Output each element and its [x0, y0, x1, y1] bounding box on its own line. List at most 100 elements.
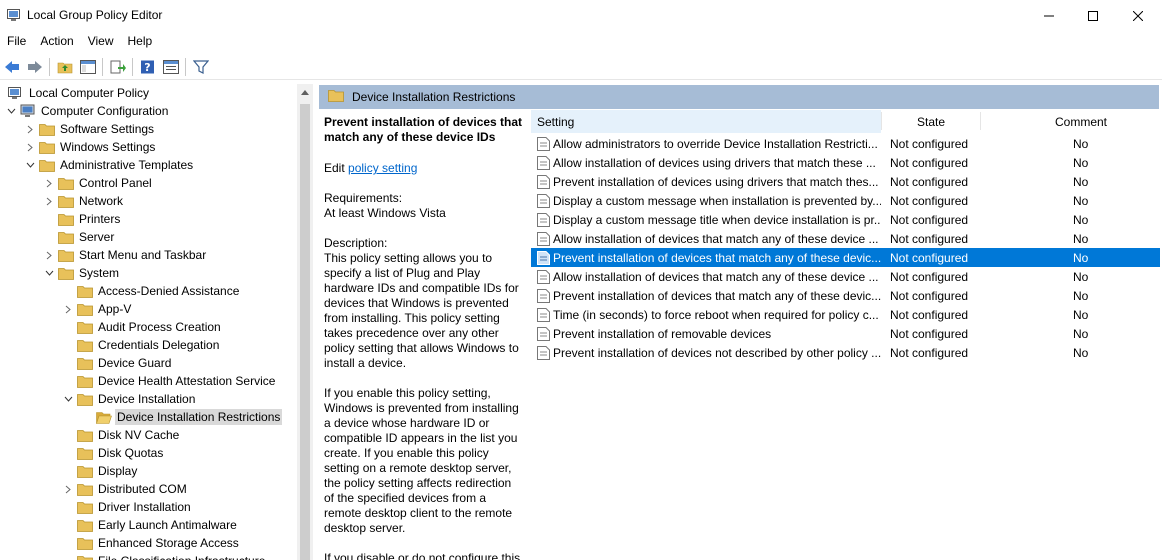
folder-icon [58, 248, 74, 262]
tree-item[interactable]: System [44, 264, 121, 282]
table-row[interactable]: Display a custom message when installati… [531, 191, 1160, 210]
tree-item[interactable]: Audit Process Creation [63, 318, 223, 336]
table-row[interactable]: Prevent installation of devices not desc… [531, 343, 1160, 362]
tree-item[interactable]: Server [44, 228, 116, 246]
table-row[interactable]: Allow installation of devices that match… [531, 267, 1160, 286]
policy-setting-icon [537, 136, 550, 151]
tree-item[interactable]: Device Installation Restrictions [82, 408, 283, 426]
setting-comment: No [1073, 136, 1089, 151]
table-row[interactable]: Prevent installation of removable device… [531, 324, 1160, 343]
table-row[interactable]: Prevent installation of devices that mat… [531, 286, 1160, 305]
tree-item[interactable]: Device Health Attestation Service [63, 372, 277, 390]
column-header-setting[interactable]: Setting [531, 110, 881, 133]
tree-item[interactable]: Device Guard [63, 354, 173, 372]
column-header-comment[interactable]: Comment [981, 110, 1160, 133]
menu-action[interactable]: Action [33, 31, 80, 52]
requirements-value: At least Windows Vista [324, 206, 446, 220]
table-row[interactable]: Allow administrators to override Device … [531, 134, 1160, 153]
menu-help[interactable]: Help [121, 31, 160, 52]
chevron-right-icon[interactable] [25, 120, 35, 138]
tree-item[interactable]: Display [63, 462, 139, 480]
setting-name: Prevent installation of removable device… [553, 326, 772, 341]
help-icon[interactable]: ? [137, 56, 159, 78]
tree-item[interactable]: Network [44, 192, 125, 210]
toolbar-separator [185, 57, 186, 76]
column-divider[interactable] [881, 112, 882, 130]
tree-item-label: Device Guard [98, 356, 172, 370]
tree-item[interactable]: Access-Denied Assistance [63, 282, 241, 300]
policy-title: Prevent installation of devices that mat… [324, 115, 523, 144]
chevron-right-icon[interactable] [25, 138, 35, 156]
menu-view[interactable]: View [81, 31, 121, 52]
scrollbar-thumb[interactable] [300, 104, 310, 560]
close-button[interactable] [1115, 0, 1161, 31]
chevron-down-icon[interactable] [25, 156, 35, 174]
tree-item[interactable]: File Classification Infrastructure [63, 552, 267, 560]
column-header-state[interactable]: State [883, 110, 979, 133]
tree-item[interactable]: Distributed COM [63, 480, 189, 498]
setting-state: Not configured [890, 326, 969, 341]
chevron-right-icon[interactable] [63, 300, 73, 318]
description-paragraph-1: This policy setting allows you to specif… [324, 251, 519, 370]
setting-state: Not configured [890, 288, 969, 303]
table-row[interactable]: Allow installation of devices that match… [531, 229, 1160, 248]
chevron-down-icon[interactable] [44, 264, 54, 282]
folder-icon [58, 212, 74, 226]
tree-item[interactable]: App-V [63, 300, 133, 318]
up-folder-icon[interactable] [54, 56, 76, 78]
tree-item-label: Disk Quotas [98, 446, 164, 460]
tree-item[interactable]: Administrative Templates [25, 156, 195, 174]
forward-arrow-icon[interactable] [24, 56, 46, 78]
chevron-right-icon[interactable] [44, 192, 54, 210]
setting-comment: No [1073, 250, 1089, 265]
tree-item-label: System [79, 266, 120, 280]
setting-name: Prevent installation of devices using dr… [553, 174, 879, 189]
tree-item-label: Printers [79, 212, 121, 226]
tree-item[interactable]: Disk Quotas [63, 444, 165, 462]
chevron-down-icon[interactable] [63, 390, 73, 408]
maximize-button[interactable] [1070, 0, 1116, 31]
filter-icon[interactable] [190, 56, 212, 78]
tree-item[interactable]: Credentials Delegation [63, 336, 221, 354]
tree-item[interactable]: Software Settings [25, 120, 156, 138]
setting-state: Not configured [890, 345, 969, 360]
extended-view-icon[interactable] [160, 56, 182, 78]
chevron-down-icon[interactable] [6, 102, 16, 120]
menu-file[interactable]: File [0, 31, 33, 52]
tree-item[interactable]: Control Panel [44, 174, 154, 192]
export-list-icon[interactable] [107, 56, 129, 78]
policy-setting-icon [537, 193, 550, 208]
minimize-button[interactable] [1026, 0, 1072, 31]
tree-item-label: Control Panel [79, 176, 152, 190]
tree-item[interactable]: Local Computer Policy [4, 84, 151, 102]
folder-icon [77, 518, 93, 532]
scroll-up-arrow-icon[interactable] [297, 84, 313, 101]
chevron-right-icon[interactable] [44, 246, 54, 264]
tree-item[interactable]: Computer Configuration [6, 102, 170, 120]
tree-item[interactable]: Enhanced Storage Access [63, 534, 241, 552]
toolbar-separator [132, 57, 133, 76]
show-hide-tree-icon[interactable] [77, 56, 99, 78]
policy-setting-icon [537, 269, 550, 284]
table-row[interactable]: Time (in seconds) to force reboot when r… [531, 305, 1160, 324]
tree-item[interactable]: Start Menu and Taskbar [44, 246, 208, 264]
folder-icon [58, 176, 74, 190]
tree-item[interactable]: Printers [44, 210, 122, 228]
chevron-right-icon[interactable] [63, 480, 73, 498]
policy-setting-icon [537, 231, 550, 246]
tree-item[interactable]: Disk NV Cache [63, 426, 181, 444]
table-row[interactable]: Prevent installation of devices that mat… [531, 248, 1160, 267]
chevron-right-icon[interactable] [44, 174, 54, 192]
tree-item[interactable]: Windows Settings [25, 138, 157, 156]
tree-item[interactable]: Driver Installation [63, 498, 193, 516]
back-arrow-icon[interactable] [1, 56, 23, 78]
edit-policy-setting-link[interactable]: policy setting [348, 161, 417, 175]
policy-setting-icon [537, 155, 550, 170]
table-row[interactable]: Allow installation of devices using driv… [531, 153, 1160, 172]
tree-scrollbar[interactable] [297, 84, 313, 560]
table-row[interactable]: Prevent installation of devices using dr… [531, 172, 1160, 191]
table-row[interactable]: Display a custom message title when devi… [531, 210, 1160, 229]
tree-item[interactable]: Early Launch Antimalware [63, 516, 239, 534]
tree-item[interactable]: Device Installation [63, 390, 197, 408]
